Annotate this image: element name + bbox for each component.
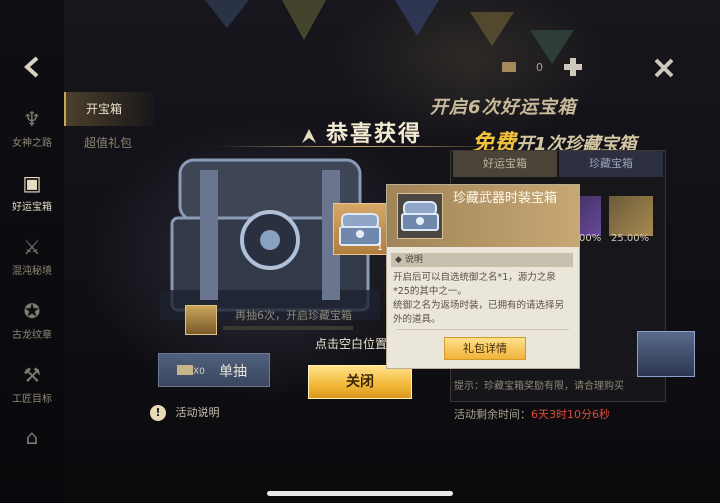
diamond-icon: ◆ bbox=[395, 255, 402, 265]
sidebar-item-chaos-realm[interactable]: ⚔ 混沌秘境 bbox=[4, 236, 60, 277]
silver-chest-icon bbox=[397, 193, 443, 239]
sidebar-item-goddess-road[interactable]: ♆ 女神之路 bbox=[4, 108, 60, 149]
sidebar-item-label: 混沌秘境 bbox=[12, 266, 52, 277]
sidebar: ♆ 女神之路 ▣ 好运宝箱 ⚔ 混沌秘境 ✪ 古龙纹章 ⚒ 工匠目标 ⌂ bbox=[0, 0, 64, 503]
tab-treasure-chest-rewards[interactable]: 珍藏宝箱 bbox=[559, 151, 663, 177]
single-draw-button[interactable]: X0 单抽 bbox=[158, 353, 270, 387]
sidebar-item-label: 古龙纹章 bbox=[12, 330, 52, 341]
ticket-icon bbox=[177, 365, 193, 375]
single-draw-label: 单抽 bbox=[219, 364, 247, 380]
shop-icon: ⌂ bbox=[25, 425, 39, 449]
item-quantity: 1 bbox=[376, 242, 383, 253]
promo-banner: 开启6次好运宝箱 免费开1次珍藏宝箱 bbox=[430, 93, 700, 157]
sidebar-item-dragon-emblem[interactable]: ✪ 古龙纹章 bbox=[4, 300, 60, 341]
decor-flag bbox=[395, 0, 439, 36]
tab-open-chest[interactable]: 开宝箱 bbox=[64, 92, 154, 126]
timer-label: 活动剩余时间： bbox=[454, 408, 531, 421]
item-tooltip: 珍藏武器时装宝箱 ◆ 说明 开启后可以自选统御之名*1，源力之泉*25的其中之一。… bbox=[386, 184, 580, 369]
sidebar-item-label: 工匠目标 bbox=[12, 394, 52, 405]
close-button[interactable]: 关闭 bbox=[308, 365, 412, 399]
tooltip-header: 珍藏武器时装宝箱 bbox=[387, 185, 579, 247]
activity-label: 活动说明 bbox=[175, 406, 220, 419]
sidebar-item-lucky-chest[interactable]: ▣ 好运宝箱 bbox=[4, 172, 60, 213]
draw-cost: X0 bbox=[193, 367, 205, 377]
reward-rate: 00% bbox=[579, 233, 602, 244]
reward-ribbon-icon bbox=[300, 126, 318, 144]
title-divider bbox=[215, 146, 505, 147]
modal-title-text: 恭喜获得 bbox=[326, 122, 423, 147]
tooltip-desc-line2: 统御之名为返场时装，已拥有的请选择另外的道具。 bbox=[393, 300, 565, 325]
home-indicator[interactable] bbox=[267, 491, 453, 496]
gift-details-button[interactable]: 礼包详情 bbox=[444, 337, 526, 360]
event-timer: 活动剩余时间：6天3时10分6秒 bbox=[454, 406, 610, 422]
reward-item-gold bbox=[609, 196, 653, 236]
add-currency-button[interactable] bbox=[560, 56, 586, 78]
anvil-icon: ⚒ bbox=[23, 363, 41, 387]
modal-title: 恭喜获得 bbox=[300, 116, 422, 148]
activity-info[interactable]: ! 活动说明 bbox=[150, 404, 310, 424]
crossed-swords-icon: ⚔ bbox=[23, 235, 41, 259]
dragon-emblem-icon: ✪ bbox=[23, 299, 41, 323]
treasure-chest-icon: ▣ bbox=[22, 171, 42, 195]
back-arrow-icon[interactable] bbox=[20, 54, 46, 80]
decor-flag bbox=[205, 0, 249, 28]
tip-text: 提示：珍藏宝箱奖励有限，请合理购买 bbox=[454, 381, 624, 392]
top-bar: 0 bbox=[502, 56, 692, 82]
tab-value-pack[interactable]: 超值礼包 bbox=[64, 126, 154, 160]
sidebar-item-craftsman-goal[interactable]: ⚒ 工匠目标 bbox=[4, 364, 60, 405]
sub-tabs: 开宝箱 超值礼包 bbox=[64, 92, 154, 160]
decor-flag bbox=[282, 0, 326, 40]
currency-amount: 0 bbox=[536, 61, 543, 74]
tooltip-section-label: 说明 bbox=[404, 255, 423, 265]
progress-text: 再抽6次，开启珍藏宝箱 bbox=[235, 309, 352, 322]
reward-rate: 25.00% bbox=[611, 233, 650, 244]
draw-progress: 再抽6次，开启珍藏宝箱 bbox=[185, 305, 355, 335]
goddess-icon: ♆ bbox=[23, 107, 41, 131]
tooltip-desc-line1: 开启后可以自选统御之名*1，源力之泉*25的其中之一。 bbox=[393, 272, 556, 297]
tooltip-divider bbox=[397, 329, 569, 330]
progress-track bbox=[223, 326, 353, 330]
alert-icon: ! bbox=[150, 405, 166, 421]
progress-chest-icon bbox=[185, 305, 217, 335]
ticket-icon bbox=[502, 62, 516, 72]
promo-line1: 开启6次好运宝箱 bbox=[430, 97, 577, 118]
tooltip-section-header: ◆ 说明 bbox=[391, 253, 573, 267]
reward-item-slot[interactable]: 1 bbox=[333, 203, 387, 255]
treasure-chest-preview bbox=[637, 331, 695, 377]
timer-value: 6天3时10分6秒 bbox=[531, 408, 610, 421]
sidebar-item-label: 好运宝箱 bbox=[12, 202, 52, 213]
tooltip-description: 开启后可以自选统御之名*1，源力之泉*25的其中之一。 统御之名为返场时装，已拥… bbox=[393, 271, 571, 327]
tab-lucky-chest-rewards[interactable]: 好运宝箱 bbox=[453, 151, 557, 177]
tooltip-item-name: 珍藏武器时装宝箱 bbox=[453, 191, 558, 206]
sidebar-item-shop[interactable]: ⌂ bbox=[4, 426, 60, 452]
sidebar-item-label: 女神之路 bbox=[12, 138, 52, 149]
decor-flag bbox=[470, 12, 514, 46]
close-panel-icon[interactable] bbox=[652, 56, 676, 80]
